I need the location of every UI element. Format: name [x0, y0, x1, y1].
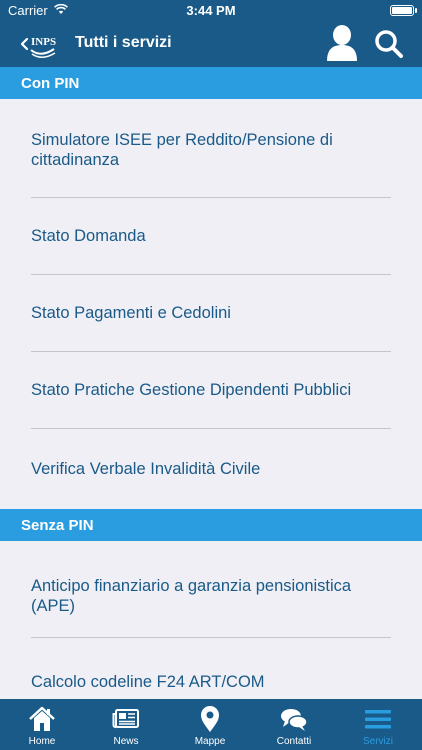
battery-icon — [390, 5, 417, 16]
tab-bar: Home News Mappe Contatti Servizi — [0, 699, 422, 750]
list-item[interactable]: Anticipo finanziario a garanzia pensioni… — [31, 541, 391, 638]
menu-icon — [365, 710, 391, 729]
list-item-label: Stato Pratiche Gestione Dipendenti Pubbl… — [31, 381, 352, 399]
clock: 3:44 PM — [186, 3, 236, 18]
tab-label: Mappe — [194, 736, 226, 747]
tab-contatti[interactable]: Contatti — [252, 699, 336, 750]
list-item[interactable]: Stato Domanda — [31, 198, 391, 275]
back-button[interactable]: INPS — [19, 28, 61, 62]
tab-mappe[interactable]: Mappe — [168, 699, 252, 750]
list-item[interactable]: Stato Pratiche Gestione Dipendenti Pubbl… — [31, 352, 391, 429]
tab-news[interactable]: News — [84, 699, 168, 750]
news-icon — [112, 709, 139, 729]
list-item-label: Calcolo codeline F24 ART/COM — [31, 673, 265, 691]
list-item[interactable]: Verifica Verbale Invalidità Civile — [31, 429, 391, 509]
chat-bubbles-icon — [281, 709, 308, 731]
list-item-label: Verifica Verbale Invalidità Civile — [31, 460, 261, 478]
inps-logo-text: INPS — [31, 36, 56, 48]
map-pin-icon — [201, 706, 219, 732]
tab-home[interactable]: Home — [0, 699, 84, 750]
home-icon — [29, 706, 55, 731]
tab-label: Home — [28, 736, 56, 747]
search-icon — [375, 30, 403, 58]
inps-logo-icon: INPS — [20, 36, 56, 58]
list-item-label: Stato Domanda — [31, 227, 146, 245]
list-item[interactable]: Simulatore ISEE per Reddito/Pensione di … — [31, 99, 391, 198]
search-button[interactable] — [374, 29, 404, 59]
service-list-con-pin: Simulatore ISEE per Reddito/Pensione di … — [0, 99, 422, 509]
status-bar: Carrier 3:44 PM — [0, 0, 422, 22]
nav-bar: INPS Tutti i servizi — [0, 22, 422, 67]
list-item-label: Simulatore ISEE per Reddito/Pensione di … — [31, 130, 333, 169]
page-title: Tutti i servizi — [75, 34, 172, 51]
list-item[interactable]: Stato Pagamenti e Cedolini — [31, 275, 391, 352]
tab-label: Servizi — [362, 736, 393, 747]
list-item-label: Stato Pagamenti e Cedolini — [31, 304, 231, 322]
tab-label: News — [113, 736, 139, 747]
tab-label: Contatti — [276, 736, 312, 747]
tab-servizi[interactable]: Servizi — [336, 699, 420, 750]
list-item-label: Anticipo finanziario a garanzia pensioni… — [31, 577, 352, 615]
user-profile-button[interactable] — [326, 24, 358, 62]
section-header-senza-pin: Senza PIN — [0, 509, 422, 541]
user-icon — [327, 25, 357, 61]
section-header-con-pin: Con PIN — [0, 67, 422, 99]
